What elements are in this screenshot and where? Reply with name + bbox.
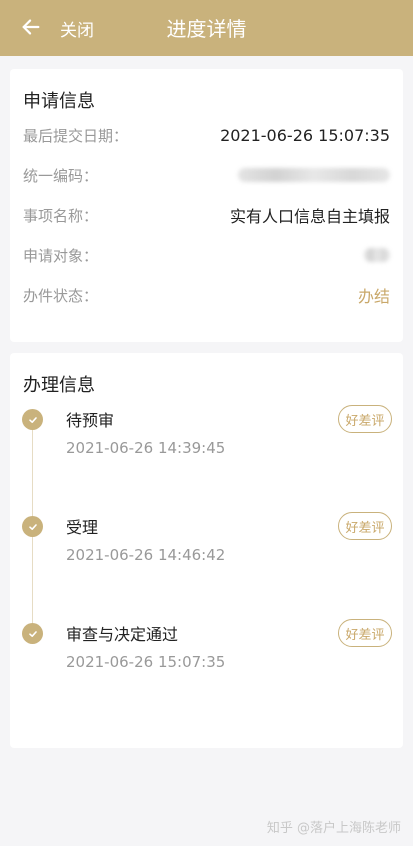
step-time: 2021-06-26 14:39:45 — [66, 439, 226, 457]
step-name: 审查与决定通过 — [66, 625, 179, 644]
apply-info-card: 申请信息 最后提交日期： 2021-06-26 15:07:35 统一编码： 事… — [10, 69, 403, 342]
check-icon — [22, 409, 43, 430]
row-value: 2021-06-26 15:07:35 — [220, 125, 390, 145]
redacted-value — [238, 168, 390, 182]
check-icon — [22, 516, 43, 537]
step-name: 受理 — [66, 518, 99, 537]
page-title: 进度详情 — [166, 17, 247, 41]
apply-info-title: 申请信息 — [23, 91, 95, 112]
row-unified-code: 统一编码： — [23, 164, 390, 186]
check-icon — [22, 623, 43, 644]
rate-button[interactable]: 好差评 — [338, 619, 392, 647]
top-bar: 关闭 进度详情 — [0, 0, 413, 56]
row-label: 申请对象： — [23, 246, 99, 265]
timeline-step: 受理 2021-06-26 14:46:42 好差评 — [22, 512, 392, 576]
watermark: 知乎 @落户上海陈老师 — [266, 821, 401, 836]
row-label: 事项名称： — [23, 206, 99, 225]
row-value: 实有人口信息自主填报 — [229, 207, 390, 226]
row-applicant: 申请对象： — [23, 244, 390, 266]
timeline-step: 待预审 2021-06-26 14:39:45 好差评 — [22, 405, 392, 469]
row-submit-date: 最后提交日期： 2021-06-26 15:07:35 — [23, 124, 390, 146]
step-time: 2021-06-26 15:07:35 — [66, 653, 226, 671]
row-item-name: 事项名称： 实有人口信息自主填报 — [23, 204, 390, 227]
step-time: 2021-06-26 14:46:42 — [66, 546, 226, 564]
redacted-value — [364, 248, 390, 262]
status-value: 办结 — [357, 287, 390, 306]
row-label: 最后提交日期： — [23, 126, 129, 145]
row-label: 办件状态： — [23, 286, 99, 305]
process-info-title: 办理信息 — [23, 375, 95, 396]
rate-button[interactable]: 好差评 — [338, 512, 392, 540]
row-label: 统一编码： — [23, 166, 99, 185]
step-name: 待预审 — [66, 411, 115, 430]
rate-button[interactable]: 好差评 — [338, 405, 392, 433]
row-status: 办件状态： 办结 — [23, 284, 390, 307]
timeline-step: 审查与决定通过 2021-06-26 15:07:35 好差评 — [22, 619, 392, 683]
